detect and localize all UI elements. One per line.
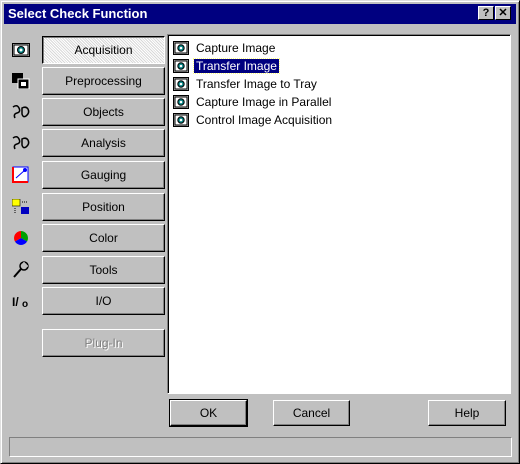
function-list[interactable]: Capture Image Transfer Image Transfer Im… [167, 34, 511, 394]
function-label: Transfer Image to Tray [196, 77, 317, 91]
category-row-gauging: Gauging [9, 161, 165, 189]
category-row-analysis: Analysis [9, 129, 165, 157]
category-button-preprocessing[interactable]: Preprocessing [42, 67, 165, 95]
category-button-acquisition[interactable]: Acquisition [42, 36, 165, 64]
camera-icon [11, 40, 31, 60]
category-row-io: I/ o I/O [9, 287, 165, 315]
analysis-icon [11, 133, 31, 153]
category-row-objects: Objects [9, 98, 165, 126]
camera-icon [173, 41, 189, 55]
ok-button[interactable]: OK [169, 399, 248, 427]
function-label: Capture Image in Parallel [196, 95, 332, 109]
function-label: Control Image Acquisition [196, 113, 333, 127]
category-button-color[interactable]: Color [42, 224, 165, 252]
select-check-function-dialog: Select Check Function ? ✕ Acquisition Pr… [0, 0, 520, 464]
camera-icon [173, 113, 189, 127]
category-row-color: Color [9, 224, 165, 252]
gauging-icon [11, 165, 31, 185]
list-item[interactable]: Transfer Image to Tray [172, 75, 492, 93]
objects-icon [11, 102, 31, 122]
category-row-position: Position [9, 193, 165, 221]
title-bar[interactable]: Select Check Function ? ✕ [4, 4, 516, 24]
category-row-preprocessing: Preprocessing [9, 67, 165, 95]
category-button-position[interactable]: Position [42, 193, 165, 221]
category-button-analysis[interactable]: Analysis [42, 129, 165, 157]
camera-icon [173, 77, 189, 91]
category-row-acquisition: Acquisition [9, 36, 165, 64]
category-button-objects[interactable]: Objects [42, 98, 165, 126]
svg-text:o: o [22, 299, 28, 309]
category-button-gauging[interactable]: Gauging [42, 161, 165, 189]
help-title-button[interactable]: ? [478, 6, 494, 20]
position-icon [11, 197, 31, 217]
function-label: Transfer Image [193, 58, 280, 74]
list-item[interactable]: Capture Image [172, 39, 492, 57]
plugin-button[interactable]: Plug-In [42, 329, 165, 357]
camera-icon [173, 59, 189, 73]
tools-icon [11, 260, 31, 280]
svg-text:I/: I/ [12, 295, 19, 309]
category-button-io[interactable]: I/O [42, 287, 165, 315]
status-bar [9, 437, 512, 457]
list-item[interactable]: Capture Image in Parallel [172, 93, 492, 111]
category-button-tools[interactable]: Tools [42, 256, 165, 284]
function-label: Capture Image [196, 41, 276, 55]
category-row-tools: Tools [9, 256, 165, 284]
color-wheel-icon [11, 228, 31, 248]
preprocessing-icon [11, 71, 31, 91]
window-title: Select Check Function [8, 6, 148, 21]
help-button[interactable]: Help [428, 400, 506, 426]
close-title-button[interactable]: ✕ [495, 6, 511, 20]
io-icon: I/ o [11, 291, 31, 311]
camera-icon [173, 95, 189, 109]
cancel-button[interactable]: Cancel [273, 400, 350, 426]
list-item[interactable]: Control Image Acquisition [172, 111, 492, 129]
list-item[interactable]: Transfer Image [172, 57, 492, 75]
category-row-plugin: Plug-In [9, 329, 165, 357]
